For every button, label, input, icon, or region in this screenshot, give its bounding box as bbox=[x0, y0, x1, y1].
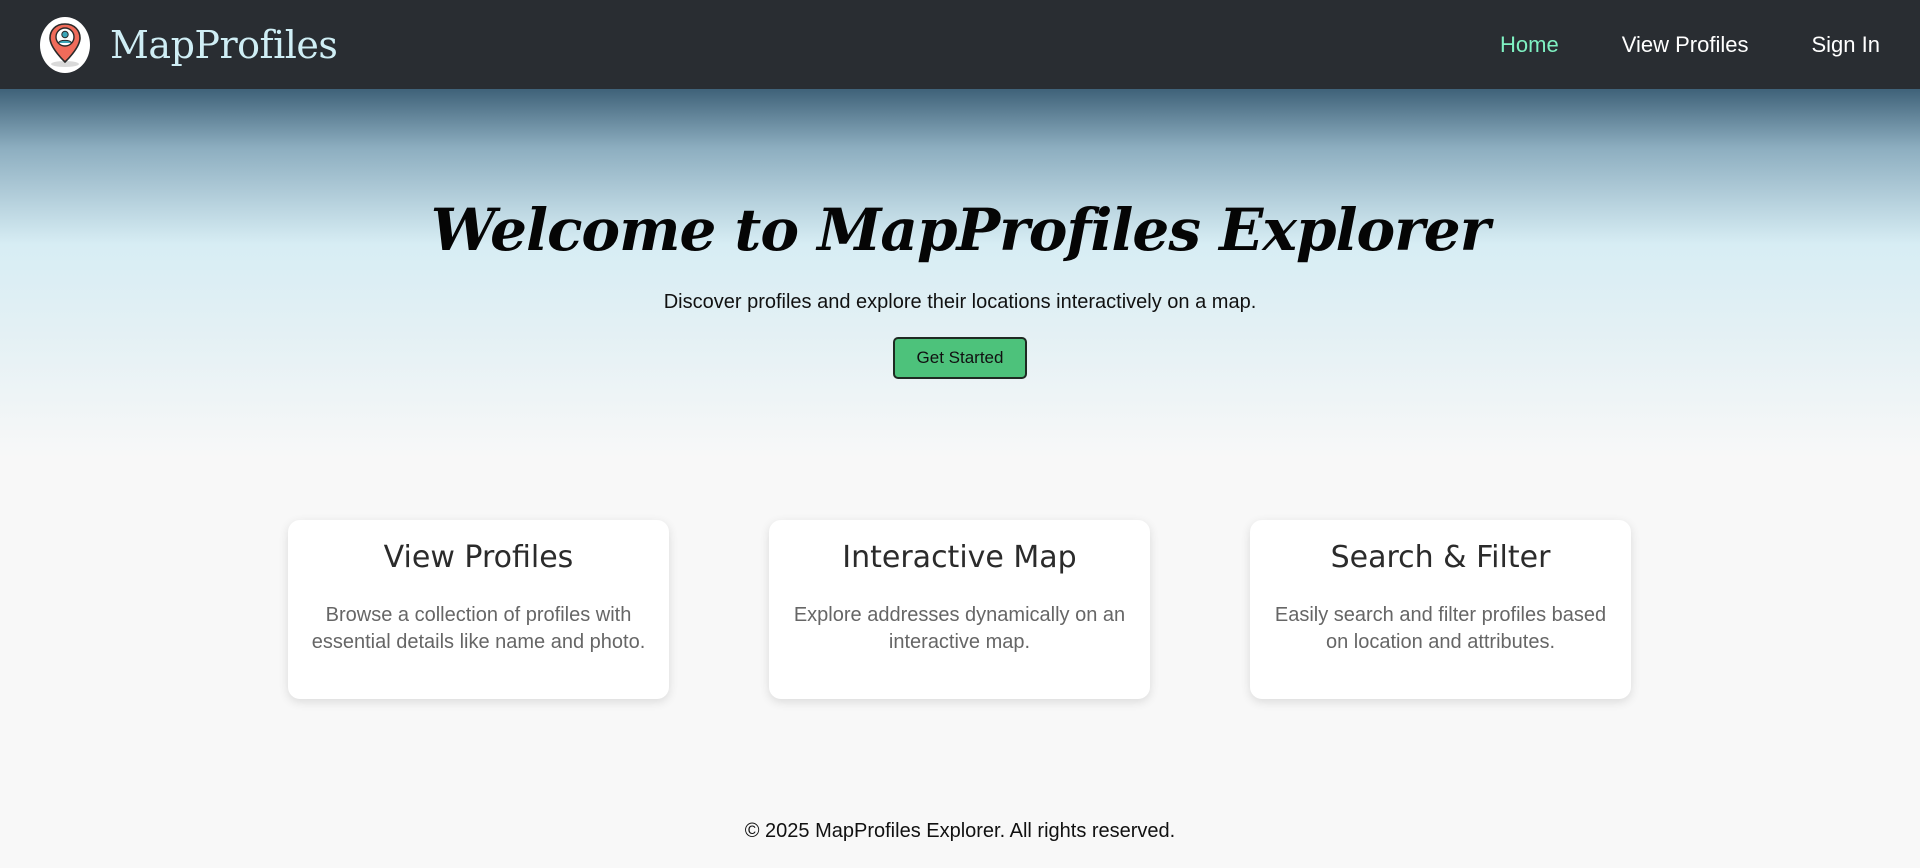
feature-card-title: View Profiles bbox=[383, 540, 574, 575]
nav-links: Home View Profiles Sign In bbox=[1500, 32, 1880, 58]
nav-link-home[interactable]: Home bbox=[1500, 32, 1559, 58]
feature-card-title: Search & Filter bbox=[1330, 540, 1551, 575]
feature-card-search-filter: Search & Filter Easily search and filter… bbox=[1250, 520, 1631, 699]
nav-link-sign-in[interactable]: Sign In bbox=[1812, 32, 1881, 58]
footer-copyright: © 2025 MapProfiles Explorer. All rights … bbox=[744, 820, 1176, 842]
nav-link-view-profiles[interactable]: View Profiles bbox=[1622, 32, 1749, 58]
hero-title: Welcome to MapProfiles Explorer bbox=[430, 196, 1491, 264]
hero-subtitle: Discover profiles and explore their loca… bbox=[663, 291, 1257, 313]
logo-graphic bbox=[49, 22, 81, 67]
brand-name[interactable]: MapProfiles bbox=[110, 23, 338, 67]
feature-card-interactive-map: Interactive Map Explore addresses dynami… bbox=[769, 520, 1150, 699]
feature-card-description: Explore addresses dynamically on an inte… bbox=[793, 604, 1126, 653]
feature-card-description: Easily search and filter profiles based … bbox=[1274, 604, 1607, 653]
navbar: MapProfiles Home View Profiles Sign In bbox=[0, 0, 1920, 89]
feature-card-title: Interactive Map bbox=[842, 540, 1077, 575]
hero-section: Welcome to MapProfiles Explorer Discover… bbox=[0, 89, 1920, 459]
feature-card-description: Browse a collection of profiles with ess… bbox=[311, 604, 646, 653]
get-started-button[interactable]: Get Started bbox=[893, 337, 1027, 379]
profile-map-pin-icon[interactable] bbox=[40, 16, 90, 73]
brand[interactable]: MapProfiles bbox=[40, 16, 338, 73]
feature-card-view-profiles: View Profiles Browse a collection of pro… bbox=[288, 520, 669, 699]
